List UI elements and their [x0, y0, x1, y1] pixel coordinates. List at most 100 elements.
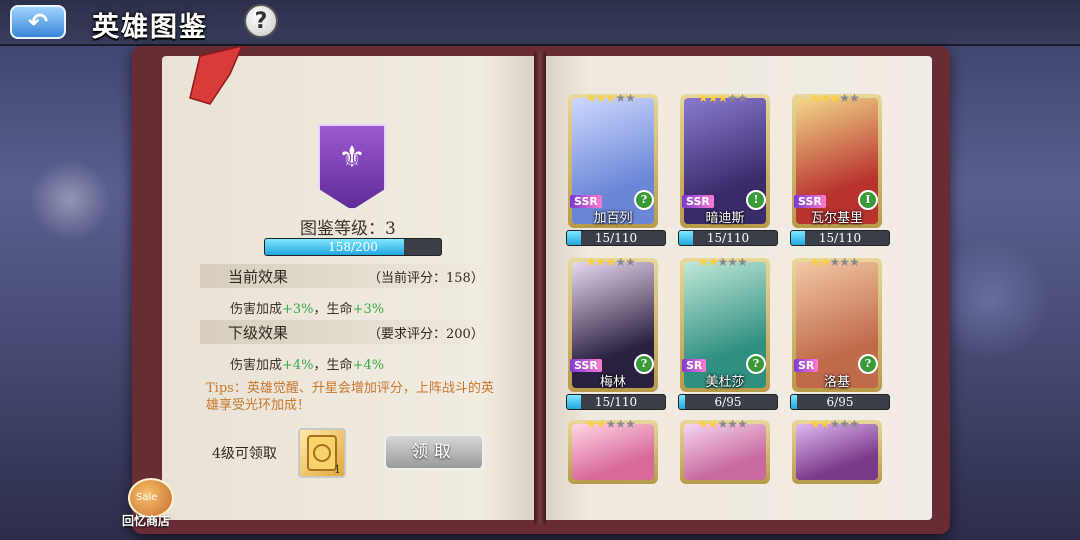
- hero-card[interactable]: ★★★★★: [680, 420, 770, 484]
- shard-progress-bar: 15/110: [566, 394, 666, 410]
- star-icon: ★: [605, 258, 617, 269]
- hero-card[interactable]: ★★★★★ SR? 美杜莎: [680, 258, 770, 392]
- hero-portrait: [796, 424, 878, 480]
- hero-card[interactable]: ★★★★★ SR? 洛基: [792, 258, 882, 392]
- shard-count: 15/110: [594, 231, 638, 245]
- page-title: 英雄图鉴: [92, 12, 208, 43]
- bookmark-ribbon-icon: [189, 46, 243, 105]
- hero-name: 暗迪斯: [705, 211, 745, 226]
- star-icon: ★: [727, 94, 738, 105]
- hero-card[interactable]: ★★★★★ SSR? 梅林: [568, 258, 658, 392]
- star-icon: ★: [727, 420, 738, 431]
- next-effect-prefix: 伤害加成: [230, 358, 283, 373]
- collection-level-label: 图鉴等级：3: [300, 219, 396, 239]
- back-button[interactable]: ↶: [10, 5, 66, 39]
- star-icon: ★: [615, 258, 626, 269]
- star-icon: ★: [595, 258, 607, 269]
- star-icon: ★: [605, 94, 617, 105]
- next-effect-header: 下级效果 （要求评分：200）: [200, 320, 490, 344]
- star-icon: ★: [727, 258, 738, 269]
- hero-name: 加百列: [593, 211, 633, 226]
- next-score: （要求评分：200）: [368, 327, 484, 342]
- star-icon: ★: [707, 94, 719, 105]
- star-icon: ★: [819, 258, 831, 269]
- star-rating: ★★★★★: [586, 94, 636, 105]
- crown-icon: ⚜: [338, 140, 366, 175]
- star-icon: ★: [615, 420, 626, 431]
- star-icon: ★: [829, 258, 841, 269]
- star-rating: ★★★★★: [810, 420, 860, 431]
- claim-button[interactable]: 领取: [384, 434, 484, 470]
- star-icon: ★: [737, 94, 748, 105]
- current-life-bonus: +3%: [352, 302, 385, 317]
- star-icon: ★: [717, 420, 729, 431]
- shard-progress-bar: 15/110: [678, 230, 778, 246]
- shard-count: 6/95: [826, 395, 854, 409]
- shard-count: 15/110: [706, 231, 750, 245]
- collection-progress-text: 158/200: [328, 240, 378, 254]
- star-icon: ★: [707, 258, 719, 269]
- star-icon: ★: [810, 420, 821, 431]
- star-icon: ★: [819, 420, 831, 431]
- star-icon: ★: [595, 94, 607, 105]
- star-icon: ★: [625, 258, 636, 269]
- star-rating: ★★★★★: [586, 258, 636, 269]
- star-icon: ★: [849, 258, 860, 269]
- star-icon: ★: [829, 420, 841, 431]
- current-effect-prefix: 伤害加成: [230, 302, 283, 317]
- hero-name: 美杜莎: [705, 375, 745, 390]
- memory-shop-label[interactable]: 回忆商店: [122, 512, 170, 529]
- shard-count: 15/110: [818, 231, 862, 245]
- star-icon: ★: [605, 420, 617, 431]
- top-bar: ↶ 英雄图鉴 ?: [0, 0, 1080, 46]
- star-icon: ★: [717, 258, 729, 269]
- book-spine: [534, 52, 546, 524]
- star-rating: ★★★★★: [810, 94, 860, 105]
- star-icon: ★: [586, 420, 597, 431]
- sale-badge: Sale: [136, 492, 158, 503]
- star-icon: ★: [849, 94, 860, 105]
- star-icon: ★: [737, 420, 748, 431]
- hero-card[interactable]: ★★★★★: [792, 420, 882, 484]
- star-icon: ★: [707, 420, 719, 431]
- hero-portrait: [572, 424, 654, 480]
- star-rating: ★★★★★: [698, 258, 748, 269]
- star-icon: ★: [615, 94, 626, 105]
- star-icon: ★: [810, 258, 821, 269]
- next-effect-sep: ，生命: [313, 358, 353, 373]
- shard-progress-bar: 15/110: [566, 230, 666, 246]
- shard-count: 15/110: [594, 395, 638, 409]
- current-effect-title: 当前效果: [228, 268, 289, 286]
- reward-label: 4级可领取: [212, 446, 277, 462]
- help-button[interactable]: ?: [244, 4, 278, 38]
- current-damage-bonus: +3%: [282, 302, 314, 317]
- shard-progress-bar: 6/95: [678, 394, 778, 410]
- star-icon: ★: [625, 94, 636, 105]
- shard-progress-bar: 6/95: [790, 394, 890, 410]
- star-icon: ★: [839, 94, 850, 105]
- star-icon: ★: [810, 94, 821, 105]
- reward-item[interactable]: 1: [298, 428, 346, 478]
- next-effect-text: 伤害加成+4%，生命+4%: [230, 354, 384, 373]
- reward-count: 1: [334, 463, 341, 476]
- hero-card[interactable]: ★★★★★ SSR? 加百列: [568, 94, 658, 228]
- shard-progress-bar: 15/110: [790, 230, 890, 246]
- hero-card[interactable]: ★★★★★: [568, 420, 658, 484]
- hero-card[interactable]: ★★★★★ SSR I 瓦尔基里: [792, 94, 882, 228]
- star-icon: ★: [717, 94, 729, 105]
- hero-name: 瓦尔基里: [810, 211, 863, 226]
- current-score: （当前评分：158）: [368, 271, 484, 286]
- hero-name: 洛基: [823, 375, 850, 390]
- current-effect-header: 当前效果 （当前评分：158）: [200, 264, 490, 288]
- star-icon: ★: [737, 258, 748, 269]
- star-rating: ★★★★★: [810, 258, 860, 269]
- next-damage-bonus: +4%: [282, 358, 314, 373]
- next-life-bonus: +4%: [352, 358, 385, 373]
- hero-card[interactable]: ★★★★★ SSR! 暗迪斯: [680, 94, 770, 228]
- star-rating: ★★★★★: [698, 420, 748, 431]
- star-icon: ★: [586, 94, 597, 105]
- star-icon: ★: [698, 258, 709, 269]
- next-effect-title: 下级效果: [228, 324, 289, 342]
- shard-count: 6/95: [714, 395, 742, 409]
- star-icon: ★: [819, 94, 831, 105]
